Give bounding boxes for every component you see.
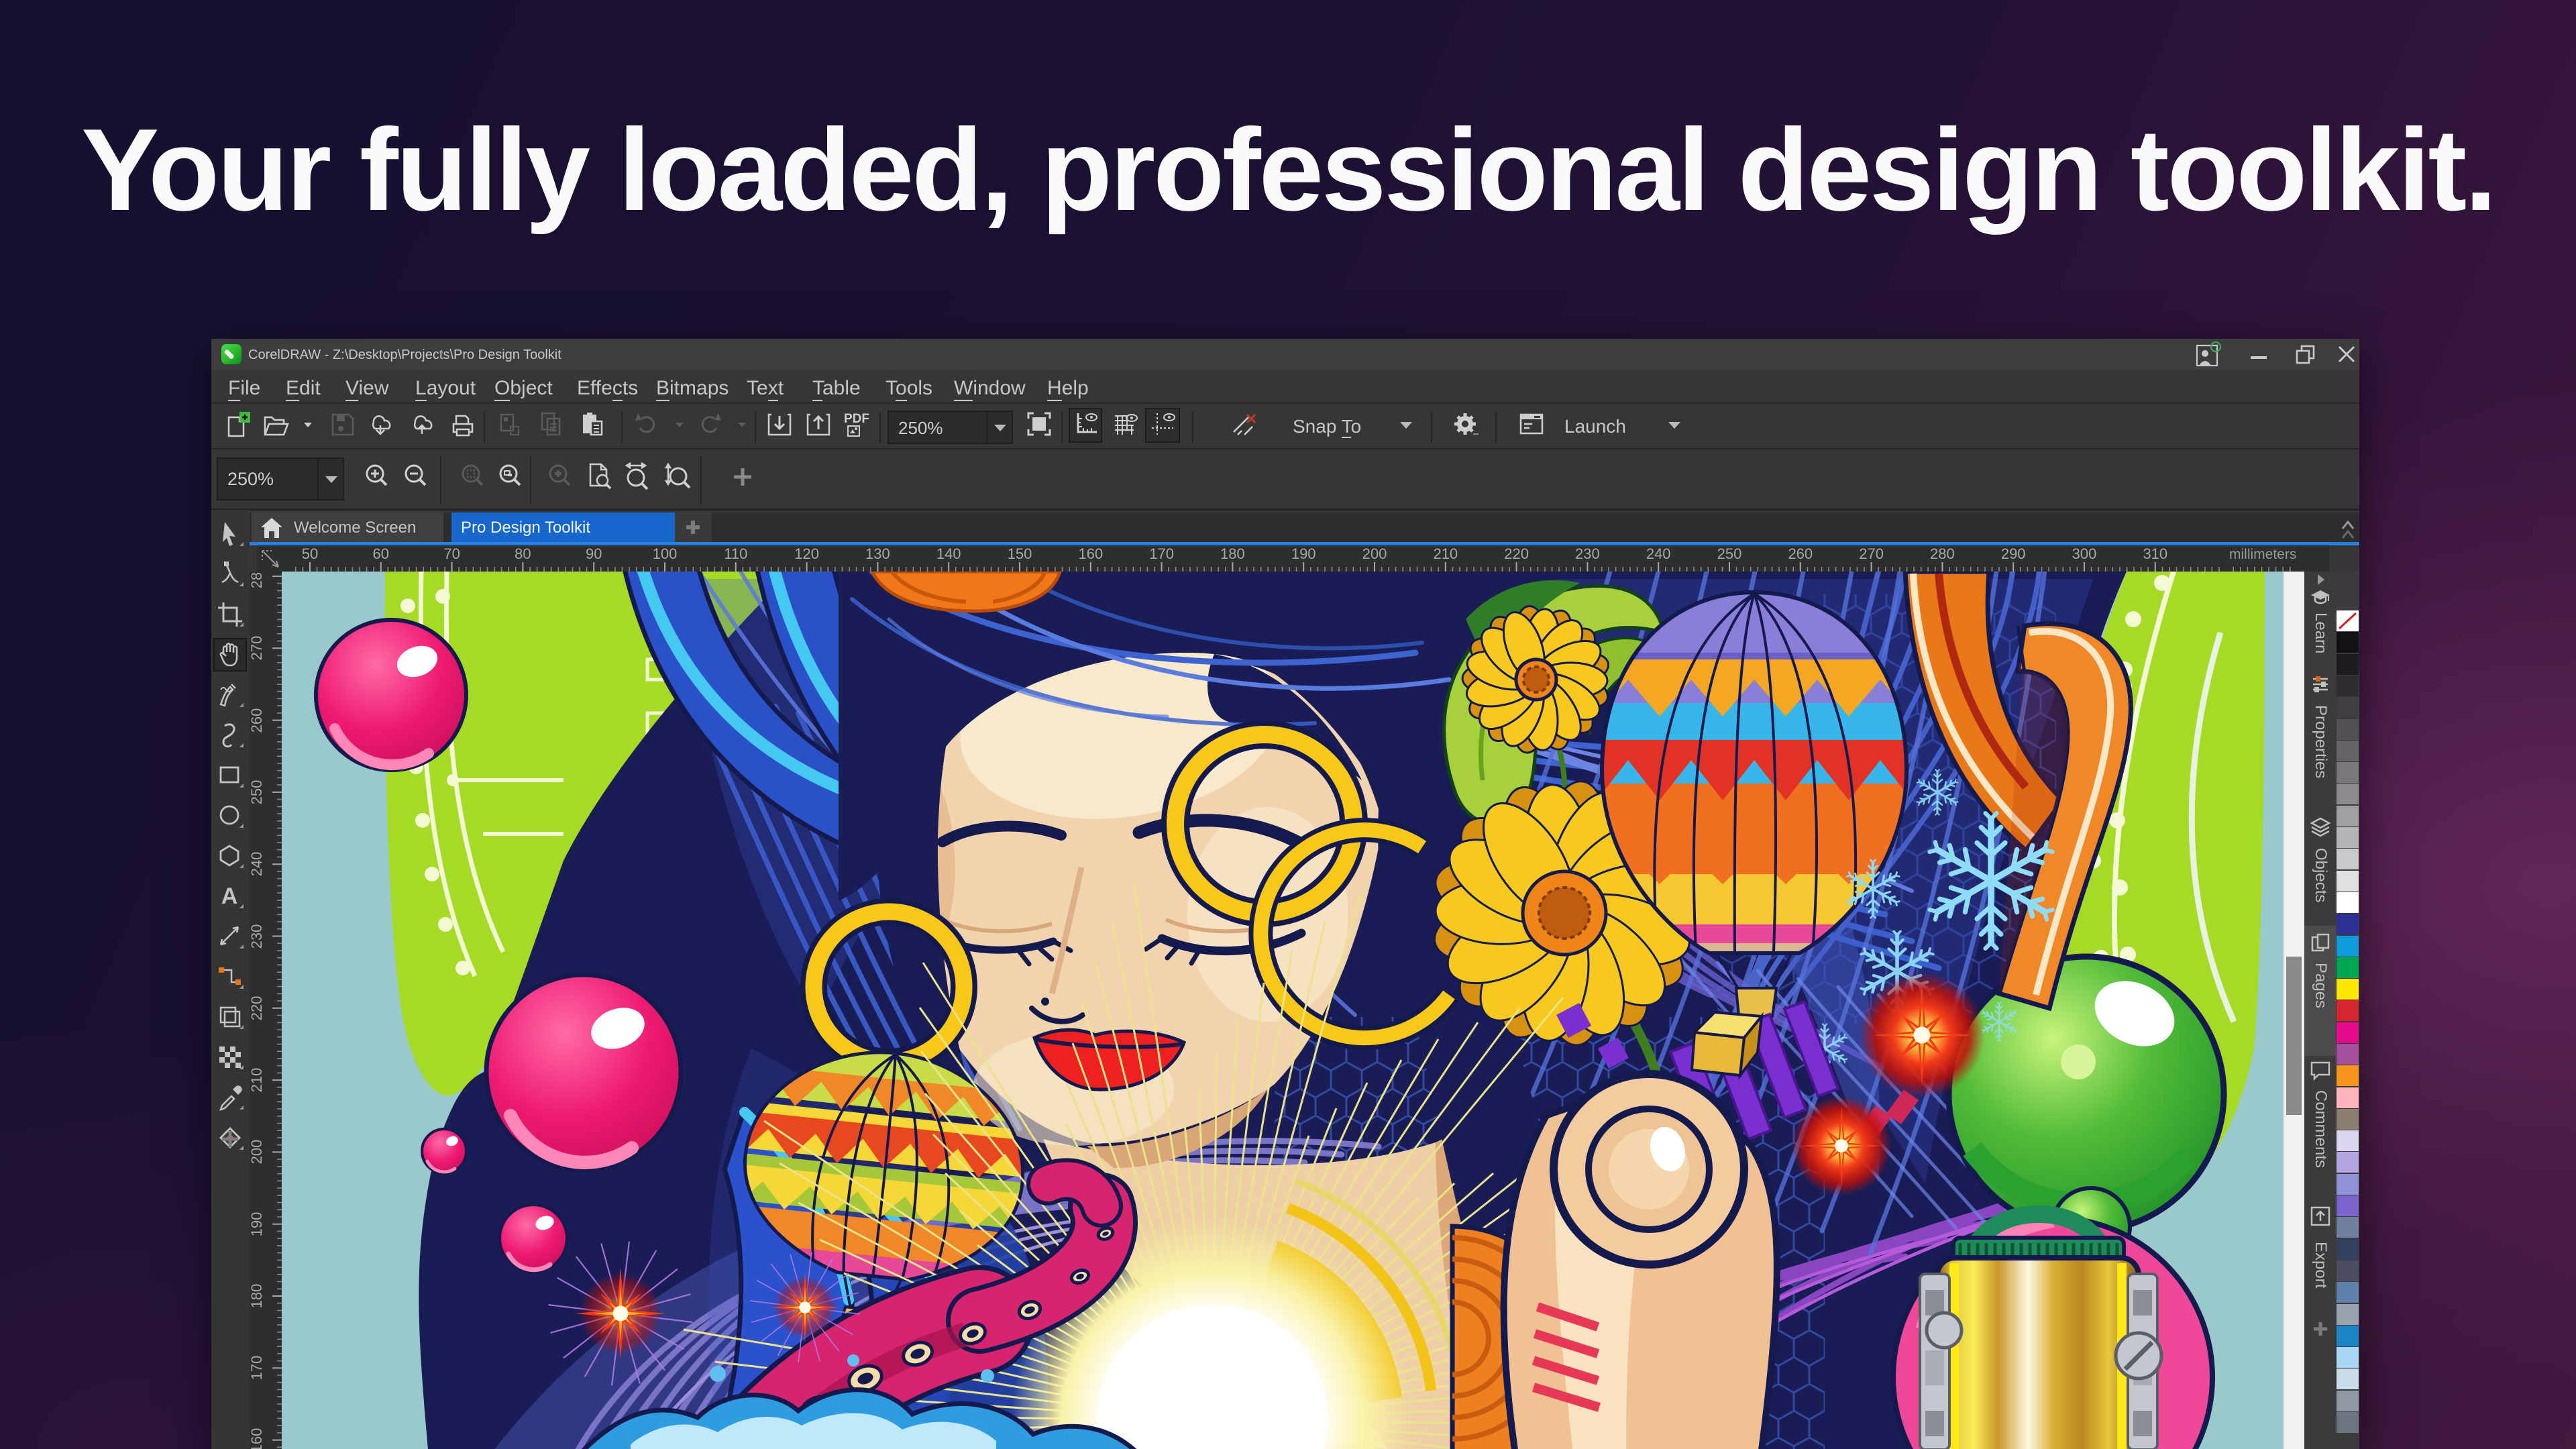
svg-text:160: 160 [1078, 545, 1103, 562]
svg-text:60: 60 [373, 545, 389, 562]
svg-text:210: 210 [1433, 545, 1458, 562]
svg-text:250: 250 [250, 780, 265, 805]
svg-text:170: 170 [250, 1356, 265, 1381]
svg-text:290: 290 [2001, 545, 2026, 562]
svg-text:130: 130 [865, 545, 890, 562]
svg-text:100: 100 [653, 545, 678, 562]
svg-text:180: 180 [1220, 545, 1245, 562]
svg-text:240: 240 [1646, 545, 1671, 562]
svg-text:80: 80 [515, 545, 531, 562]
svg-text:200: 200 [250, 1140, 265, 1165]
svg-text:180: 180 [250, 1284, 265, 1309]
svg-text:170: 170 [1149, 545, 1174, 562]
svg-text:200: 200 [1362, 545, 1387, 562]
svg-text:70: 70 [443, 545, 460, 562]
svg-text:150: 150 [1008, 545, 1032, 562]
svg-text:190: 190 [1291, 545, 1316, 562]
svg-text:230: 230 [250, 924, 265, 949]
svg-text:280: 280 [1930, 545, 1955, 562]
svg-text:220: 220 [1504, 545, 1529, 562]
svg-text:260: 260 [250, 708, 265, 733]
svg-text:120: 120 [794, 545, 819, 562]
svg-text:50: 50 [302, 545, 318, 562]
svg-text:310: 310 [2143, 545, 2167, 562]
svg-text:190: 190 [250, 1212, 265, 1237]
svg-text:280: 280 [250, 572, 265, 588]
svg-text:millimeters: millimeters [2229, 547, 2296, 562]
svg-text:220: 220 [250, 996, 265, 1021]
svg-text:110: 110 [724, 545, 747, 562]
svg-text:90: 90 [586, 545, 602, 562]
svg-text:270: 270 [1859, 545, 1884, 562]
svg-text:140: 140 [936, 545, 961, 562]
svg-text:210: 210 [250, 1068, 265, 1093]
svg-text:270: 270 [250, 636, 265, 661]
svg-text:240: 240 [250, 852, 265, 877]
svg-text:260: 260 [1788, 545, 1813, 562]
svg-text:230: 230 [1575, 545, 1600, 562]
svg-text:A: A [221, 883, 238, 909]
svg-text:160: 160 [250, 1428, 265, 1449]
svg-text:PDF: PDF [844, 412, 869, 426]
svg-text:300: 300 [2072, 545, 2097, 562]
svg-text:250: 250 [1717, 545, 1742, 562]
